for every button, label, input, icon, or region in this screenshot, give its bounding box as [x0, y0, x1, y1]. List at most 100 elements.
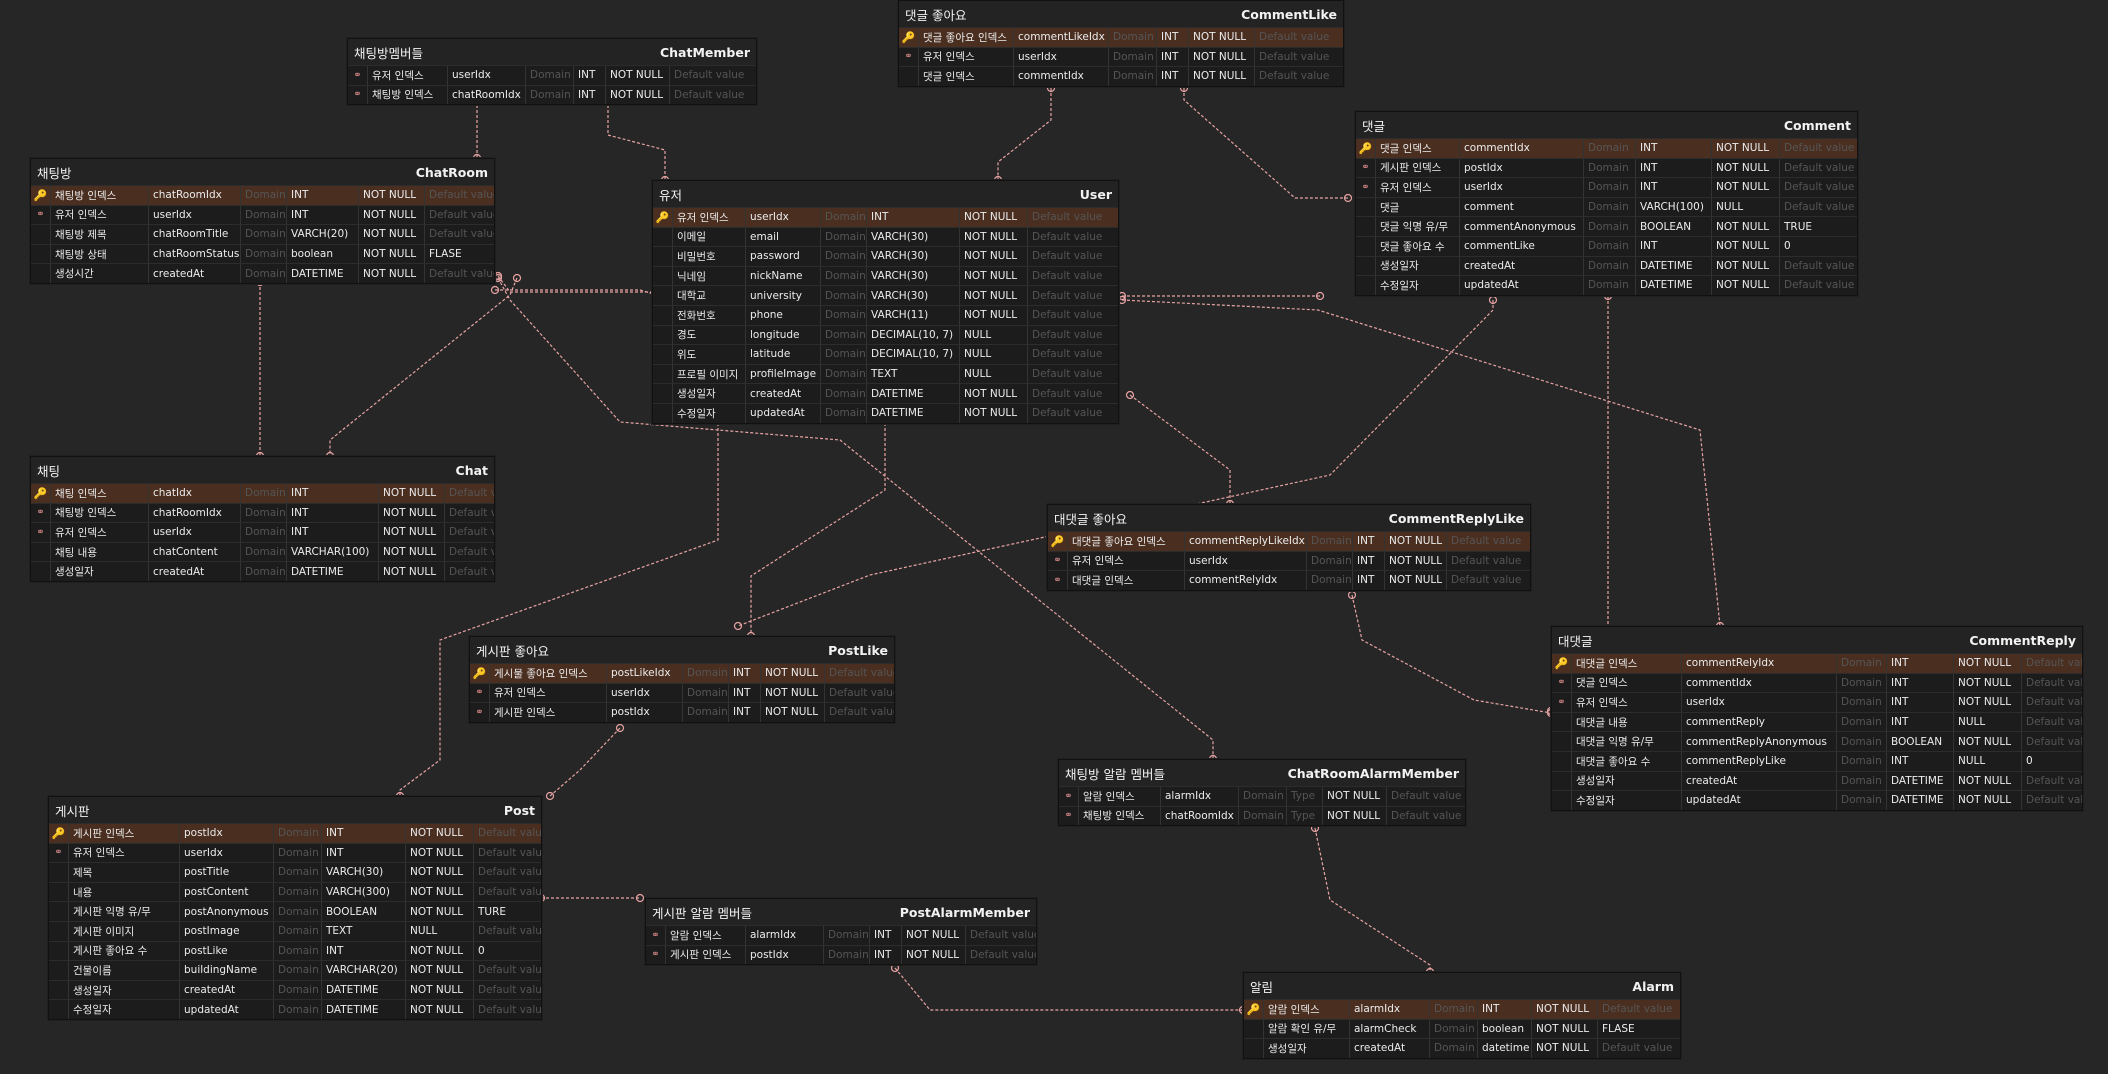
- column-korean-name: 닉네임: [673, 266, 746, 286]
- column-name: commentLike: [1460, 236, 1584, 256]
- column-korean-name: 생성시간: [51, 264, 149, 283]
- column-row[interactable]: 댓글 좋아요 수 commentLike Domain INT NOT NULL 0: [1356, 235, 1857, 256]
- column-row[interactable]: 생성시간 createdAt Domain DATETIME NOT NULL Defau…: [31, 263, 494, 283]
- column-nullable: NOT NULL: [960, 208, 1028, 227]
- column-row[interactable]: ⚭ 유저 인덱스 userIdx Domain INT NOT NULL Default v…: [1552, 692, 2082, 712]
- column-row[interactable]: 생성일자 createdAt Domain datetime NOT NULL Defau…: [1244, 1038, 1680, 1058]
- column-default: FLASE: [1602, 1022, 1635, 1035]
- column-row[interactable]: 제목 postTitle Domain VARCH(30) NOT NULL Defaul…: [49, 862, 541, 882]
- column-row[interactable]: ⚭ 유저 인덱스 userIdx Domain INT NOT NULL Default v…: [31, 522, 494, 542]
- column-row[interactable]: 댓글 comment Domain VARCH(100) NULL Default val…: [1356, 196, 1857, 217]
- column-row[interactable]: ⚭ 채팅방 인덱스 chatRoomIdx Domain Type NOT NULL Def…: [1059, 805, 1465, 826]
- column-row[interactable]: 비밀번호 password Domain VARCH(30) NOT NULL Defau…: [653, 246, 1118, 266]
- column-row[interactable]: 알람 확인 유/무 alarmCheck Domain boolean NOT NULL…: [1244, 1018, 1680, 1039]
- table-title: Comment: [1783, 117, 1851, 133]
- column-row[interactable]: 게시판 이미지 postImage Domain TEXT NULL Default va…: [49, 920, 541, 941]
- column-row[interactable]: 게시판 좋아요 수 postLike Domain INT NOT NULL 0: [49, 940, 541, 961]
- column-row[interactable]: 대댓글 익명 유/무 commentReplyAnonymous Domain BOO…: [1552, 731, 2082, 751]
- column-row[interactable]: ⚭ 유저 인덱스 userIdx Domain INT NOT NULL Default v…: [899, 46, 1343, 67]
- column-row[interactable]: 대댓글 좋아요 수 commentReplyLike Domain INT NULL 0: [1552, 750, 2082, 771]
- column-name: userIdx: [149, 523, 241, 542]
- table-chat-room[interactable]: 채팅방 ChatRoom 🔑 채팅방 인덱스 chatRoomIdx Domain INT N…: [30, 158, 495, 284]
- column-row[interactable]: 전화번호 phone Domain VARCH(11) NOT NULL Default …: [653, 304, 1118, 325]
- column-row[interactable]: 생성일자 createdAt Domain DATETIME NOT NULL Defau…: [1356, 255, 1857, 276]
- table-title-korean: 게시판: [55, 803, 90, 819]
- column-row[interactable]: 생성일자 createdAt Domain DATETIME NOT NULL Defau…: [31, 561, 494, 581]
- column-row[interactable]: 🔑 게시물 좋아요 인덱스 postLikeIdx Domain INT NOT NULL…: [470, 663, 894, 683]
- column-row[interactable]: ⚭ 유저 인덱스 userIdx Domain INT NOT NULL Default v…: [1356, 177, 1857, 197]
- column-row[interactable]: 댓글 인덱스 commentIdx Domain INT NOT NULL Default…: [899, 66, 1343, 86]
- column-domain: Domain: [241, 542, 287, 562]
- column-row[interactable]: ⚭ 게시판 인덱스 postIdx Domain INT NOT NULL Default …: [470, 702, 894, 722]
- column-row[interactable]: ⚭ 댓글 인덱스 commentIdx Domain INT NOT NULL Defaul…: [1552, 672, 2082, 693]
- table-post-alarm-member[interactable]: 게시판 알람 멤버들 PostAlarmMember ⚭ 알람 인덱스 alarmIdx…: [645, 898, 1037, 966]
- table-chat-member[interactable]: 채팅방멤버들 ChatMember ⚭ 유저 인덱스 userIdx Domain INT N…: [347, 38, 757, 106]
- column-default: 0: [2026, 755, 2033, 768]
- table-post[interactable]: 게시판 Post 🔑 게시판 인덱스 postIdx Domain INT NOT NULL D…: [48, 796, 542, 1020]
- column-row[interactable]: ⚭ 채팅방 인덱스 chatRoomIdx Domain INT NOT NULL Defa…: [31, 502, 494, 523]
- table-post-like[interactable]: 게시판 좋아요 PostLike 🔑 게시물 좋아요 인덱스 postLikeIdx Do…: [469, 636, 895, 723]
- column-row[interactable]: 🔑 알람 인덱스 alarmIdx Domain INT NOT NULL Default …: [1244, 999, 1680, 1019]
- column-row[interactable]: ⚭ 유저 인덱스 userIdx Domain INT NOT NULL Default v…: [31, 204, 494, 225]
- column-row[interactable]: 건물이름 buildingName Domain VARCHAR(20) NOT NUL…: [49, 960, 541, 980]
- table-title: ChatRoom: [415, 164, 488, 180]
- column-row[interactable]: 수정일자 updatedAt Domain DATETIME NOT NULL Defau…: [1552, 790, 2082, 810]
- relationship-line: [549, 727, 621, 797]
- table-comment-like[interactable]: 댓글 좋아요 CommentLike 🔑 댓글 좋아요 인덱스 commentLikeI…: [898, 0, 1344, 87]
- column-row[interactable]: ⚭ 유저 인덱스 userIdx Domain INT NOT NULL Default v…: [49, 842, 541, 863]
- column-row[interactable]: ⚭ 유저 인덱스 userIdx Domain INT NOT NULL Default v…: [1048, 550, 1530, 571]
- table-alarm[interactable]: 알림 Alarm 🔑 알람 인덱스 alarmIdx Domain INT NOT NULL D…: [1243, 972, 1681, 1059]
- column-row[interactable]: 🔑 채팅방 인덱스 chatRoomIdx Domain INT NOT NULL Defa…: [31, 185, 494, 205]
- column-row[interactable]: ⚭ 대댓글 인덱스 commentRelyIdx Domain INT NOT NULL D…: [1048, 570, 1530, 590]
- column-row[interactable]: ⚭ 게시판 인덱스 postIdx Domain INT NOT NULL Default …: [646, 944, 1036, 965]
- table-title-korean: 게시판 알람 멤버들: [652, 905, 752, 921]
- column-row[interactable]: ⚭ 채팅방 인덱스 chatRoomIdx Domain INT NOT NULL Defa…: [348, 84, 756, 105]
- column-row[interactable]: 수정일자 updatedAt Domain DATETIME NOT NULL Defau…: [1356, 275, 1857, 295]
- column-row[interactable]: 수정일자 updatedAt Domain DATETIME NOT NULL Defau…: [653, 402, 1118, 423]
- column-row[interactable]: 생성일자 createdAt Domain DATETIME NOT NULL Defau…: [653, 383, 1118, 403]
- table-chat-room-alarm-member[interactable]: 채팅방 알람 멤버들 ChatRoomAlarmMember ⚭ 알람 인덱스 alar…: [1058, 759, 1466, 827]
- column-row[interactable]: 대댓글 내용 commentReply Domain INT NULL Default v…: [1552, 711, 2082, 732]
- column-name: postIdx: [180, 824, 274, 843]
- column-row[interactable]: 대학교 university Domain VARCH(30) NOT NULL Defa…: [653, 285, 1118, 305]
- column-row[interactable]: 🔑 채팅 인덱스 chatIdx Domain INT NOT NULL Default v…: [31, 483, 494, 503]
- primary-key-icon: 🔑: [1554, 656, 1569, 670]
- column-row[interactable]: 위도 latitude Domain DECIMAL(10, 7) NULL Defaul…: [653, 344, 1118, 364]
- column-row[interactable]: 🔑 게시판 인덱스 postIdx Domain INT NOT NULL Default …: [49, 823, 541, 843]
- column-name: postAnonymous: [180, 902, 274, 921]
- column-row[interactable]: 생성일자 createdAt Domain DATETIME NOT NULL Defau…: [49, 979, 541, 1000]
- column-row[interactable]: 🔑 대댓글 인덱스 commentRelyIdx Domain INT NOT NULL D…: [1552, 653, 2082, 673]
- column-row[interactable]: 🔑 유저 인덱스 userIdx Domain INT NOT NULL Default v…: [653, 207, 1118, 227]
- column-row[interactable]: 채팅방 상태 chatRoomStatus Domain boolean NOT NUL…: [31, 243, 494, 264]
- column-row[interactable]: ⚭ 알람 인덱스 alarmIdx Domain INT NOT NULL Default …: [646, 925, 1036, 945]
- column-korean-name: 유저 인덱스: [1376, 178, 1460, 197]
- column-row[interactable]: 채팅방 제목 chatRoomTitle Domain VARCH(20) NOT NU…: [31, 224, 494, 244]
- column-row[interactable]: 🔑 대댓글 좋아요 인덱스 commentReplyLikeIdx Domain INT…: [1048, 531, 1530, 551]
- column-row[interactable]: 닉네임 nickName Domain VARCH(30) NOT NULL Defaul…: [653, 265, 1118, 286]
- table-comment[interactable]: 댓글 Comment 🔑 댓글 인덱스 commentIdx Domain INT NOT N…: [1355, 111, 1858, 296]
- table-comment-reply-like[interactable]: 대댓글 좋아요 CommentReplyLike 🔑 대댓글 좋아요 인덱스 comme…: [1047, 504, 1531, 591]
- column-row[interactable]: ⚭ 알람 인덱스 alarmIdx Domain Type NOT NULL Default…: [1059, 786, 1465, 806]
- table-comment-reply[interactable]: 대댓글 CommentReply 🔑 대댓글 인덱스 commentRelyIdx Dom…: [1551, 626, 2083, 811]
- column-row[interactable]: 내용 postContent Domain VARCH(300) NOT NULL Def…: [49, 881, 541, 902]
- column-row[interactable]: 이메일 email Domain VARCH(30) NOT NULL Default v…: [653, 226, 1118, 247]
- column-row[interactable]: 프로필 이미지 profileImage Domain TEXT NULL Default…: [653, 363, 1118, 384]
- table-title: PostAlarmMember: [899, 904, 1030, 920]
- column-korean-name: 대댓글 익명 유/무: [1572, 732, 1682, 751]
- table-user[interactable]: 유저 User 🔑 유저 인덱스 userIdx Domain INT NOT NULL Def…: [652, 180, 1119, 424]
- column-default: Default value: [1391, 790, 1462, 803]
- column-row[interactable]: 생성일자 createdAt Domain DATETIME NOT NULL Defau…: [1552, 770, 2082, 791]
- column-row[interactable]: 🔑 댓글 좋아요 인덱스 commentLikeIdx Domain INT NOT NU…: [899, 27, 1343, 47]
- table-chat[interactable]: 채팅 Chat 🔑 채팅 인덱스 chatIdx Domain INT NOT NULL Def…: [30, 456, 495, 582]
- column-row[interactable]: ⚭ 유저 인덱스 userIdx Domain INT NOT NULL Default v…: [470, 682, 894, 703]
- column-row[interactable]: 수정일자 updatedAt Domain DATETIME NOT NULL Defau…: [49, 999, 541, 1019]
- column-row[interactable]: 게시판 익명 유/무 postAnonymous Domain BOOLEAN NOT …: [49, 901, 541, 921]
- column-row[interactable]: ⚭ 게시판 인덱스 postIdx Domain INT NOT NULL Default …: [1356, 157, 1857, 178]
- relationship-endpoint: [615, 723, 625, 733]
- column-row[interactable]: ⚭ 유저 인덱스 userIdx Domain INT NOT NULL Default v…: [348, 65, 756, 85]
- column-row[interactable]: 🔑 댓글 인덱스 commentIdx Domain INT NOT NULL Defaul…: [1356, 138, 1857, 158]
- column-row[interactable]: 경도 longitude Domain DECIMAL(10, 7) NULL Defau…: [653, 324, 1118, 345]
- column-korean-name: 유저 인덱스: [51, 523, 149, 542]
- column-row[interactable]: 댓글 익명 유/무 commentAnonymous Domain BOOLEAN NO…: [1356, 216, 1857, 236]
- column-row[interactable]: 채팅 내용 chatContent Domain VARCHAR(100) NOT NU…: [31, 541, 494, 562]
